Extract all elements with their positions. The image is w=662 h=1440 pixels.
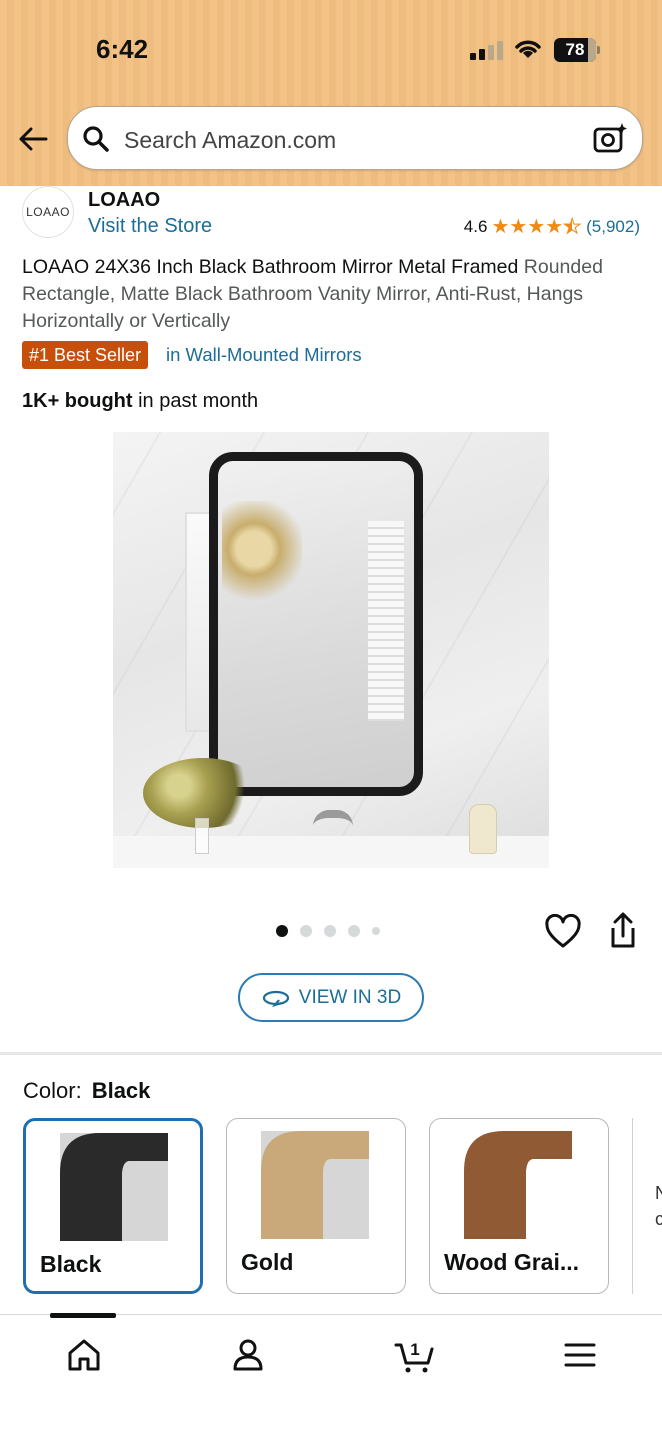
color-option-black[interactable]: Black xyxy=(23,1118,203,1294)
color-option-label: Gold xyxy=(241,1249,294,1275)
bought-count-bold: 1K+ bought xyxy=(22,390,133,412)
best-seller-badge[interactable]: #1 Best Seller xyxy=(22,341,149,369)
gold-swatch-image xyxy=(261,1131,369,1239)
camera-search-icon[interactable] xyxy=(592,121,628,157)
star-icon: ★ xyxy=(509,216,528,238)
star-rating: ★ ★ ★ ★ ★ xyxy=(491,216,582,238)
wood-swatch-image xyxy=(464,1131,572,1239)
selected-color: Black xyxy=(91,1078,151,1103)
carousel-dot[interactable] xyxy=(276,925,288,937)
rotate-3d-icon xyxy=(262,990,289,1007)
menu-icon[interactable] xyxy=(560,1335,600,1375)
color-option-label: Wood Grai... xyxy=(444,1249,580,1275)
wifi-icon xyxy=(515,40,541,58)
battery-icon: 78 xyxy=(554,38,600,62)
home-icon[interactable] xyxy=(64,1335,104,1375)
rating-value: 4.6 xyxy=(463,217,488,236)
image-carousel-dots[interactable] xyxy=(276,925,392,937)
carousel-dot[interactable] xyxy=(348,925,360,937)
black-swatch-image xyxy=(60,1133,168,1241)
review-count[interactable]: (5,902) xyxy=(586,217,640,237)
view-in-3d-button[interactable]: VIEW IN 3D xyxy=(238,973,424,1022)
best-seller-category-link[interactable]: in Wall-Mounted Mirrors xyxy=(166,344,362,366)
back-arrow-icon[interactable] xyxy=(16,122,50,156)
cellular-signal-icon xyxy=(470,40,506,60)
app-header: 6:42 78 xyxy=(0,0,662,186)
product-title-main: LOAAO 24X36 Inch Black Bathroom Mirror M… xyxy=(22,256,519,278)
carousel-dot[interactable] xyxy=(300,925,312,937)
bottom-navigation: 1 xyxy=(0,1313,662,1440)
visit-store-link[interactable]: Visit the Store xyxy=(88,215,212,238)
carousel-dot[interactable] xyxy=(324,925,336,937)
star-icon: ★ xyxy=(491,216,510,238)
color-option-wood-grain[interactable]: Wood Grai... xyxy=(429,1118,609,1294)
color-label: Color: Black xyxy=(23,1078,150,1104)
search-input[interactable] xyxy=(124,125,564,155)
cart-icon[interactable]: 1 xyxy=(394,1335,436,1375)
brand-logo[interactable]: LOAAO xyxy=(22,186,74,238)
carousel-dot[interactable] xyxy=(372,927,380,935)
bought-count: 1K+ bought in past month xyxy=(22,390,258,413)
cart-count: 1 xyxy=(410,1340,419,1359)
heart-icon[interactable] xyxy=(544,914,582,950)
half-star-icon: ★ xyxy=(563,216,582,238)
brand-name: LOAAO xyxy=(88,189,161,211)
active-tab-indicator xyxy=(50,1313,116,1318)
color-option-more[interactable]: N c xyxy=(632,1118,662,1294)
product-title: LOAAO 24X36 Inch Black Bathroom Mirror M… xyxy=(22,254,632,335)
color-option-gold[interactable]: Gold xyxy=(226,1118,406,1294)
view-in-3d-label: VIEW IN 3D xyxy=(298,986,402,1008)
star-icon: ★ xyxy=(527,216,546,238)
share-icon[interactable] xyxy=(606,912,640,950)
status-time: 6:42 xyxy=(96,34,149,64)
product-image[interactable] xyxy=(113,432,549,868)
star-icon: ★ xyxy=(545,216,564,238)
account-icon[interactable] xyxy=(228,1335,268,1375)
color-label-text: Color: xyxy=(23,1078,82,1103)
search-bar[interactable] xyxy=(67,106,643,170)
search-icon xyxy=(83,126,109,152)
bought-count-rest: in past month xyxy=(132,390,259,412)
rating-summary[interactable]: 4.6 ★ ★ ★ ★ ★ (5,902) xyxy=(463,216,640,238)
section-divider xyxy=(0,1052,662,1055)
color-option-label: Black xyxy=(40,1251,102,1277)
battery-level: 78 xyxy=(565,40,585,59)
